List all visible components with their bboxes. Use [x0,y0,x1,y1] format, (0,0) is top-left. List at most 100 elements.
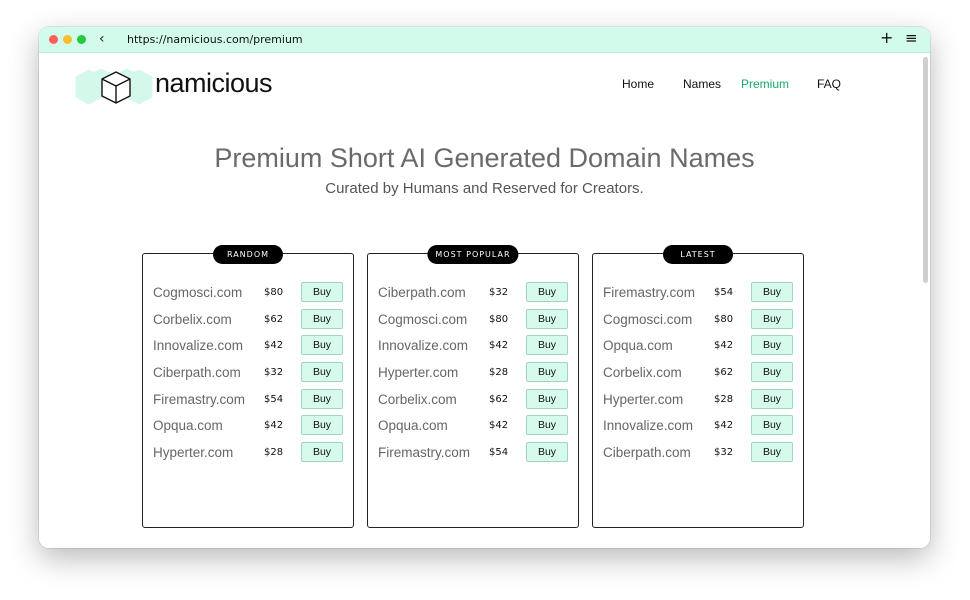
domain-price: $54 [489,447,509,459]
cube-logo-icon[interactable] [75,65,153,105]
domain-row: Innovalize.com $42 Buy [593,414,803,441]
buy-button[interactable]: Buy [301,308,343,329]
domain-price: $80 [714,313,734,325]
zoom-window-button[interactable] [77,35,86,44]
domain-price: $42 [264,340,284,352]
domain-row: Firemastry.com $54 Buy [368,441,578,468]
domain-row: Ciberpath.com $32 Buy [368,281,578,308]
buy-button[interactable]: Buy [751,388,793,409]
domain-name[interactable]: Cogmosci.com [378,312,467,327]
domain-price: $32 [714,447,734,459]
buy-button[interactable]: Buy [751,362,793,383]
card-badge: LATEST [663,245,733,264]
domain-price: $62 [264,313,284,325]
buy-button[interactable]: Buy [301,335,343,356]
buy-button[interactable]: Buy [751,335,793,356]
card-random: RANDOM Cogmosci.com $80 Buy Corbelix.com $6… [142,245,354,528]
domain-row: Hyperter.com $28 Buy [143,441,353,468]
nav-home-link[interactable]: Home [622,77,654,91]
domain-list: Firemastry.com $54 Buy Cogmosci.com $80 Buy … [593,281,803,468]
buy-button[interactable]: Buy [301,362,343,383]
page-viewport: namicious Home Names Premium FAQ Premium… [39,53,930,548]
domain-price: $80 [264,287,284,298]
domain-name[interactable]: Innovalize.com [378,338,468,353]
domain-row: Cogmosci.com $80 Buy [368,308,578,335]
buy-button[interactable]: Buy [301,442,343,463]
domain-name[interactable]: Hyperter.com [153,445,233,460]
domain-name[interactable]: Opqua.com [603,338,673,353]
new-tab-plus-icon[interactable]: + [880,29,893,47]
buy-button[interactable]: Buy [301,282,343,302]
domain-price: $54 [264,393,284,405]
domain-price: $32 [264,367,284,379]
domain-row: Corbelix.com $62 Buy [368,388,578,415]
nav-faq-link[interactable]: FAQ [817,77,841,91]
buy-button[interactable]: Buy [751,308,793,329]
domain-price: $80 [489,313,509,325]
domain-name[interactable]: Cogmosci.com [603,312,692,327]
domain-price: $42 [489,420,509,432]
domain-name[interactable]: Innovalize.com [153,338,243,353]
domain-row: Corbelix.com $62 Buy [143,308,353,335]
buy-button[interactable]: Buy [526,415,568,436]
page-title: Premium Short AI Generated Domain Names [214,143,755,173]
domain-row: Firemastry.com $54 Buy [593,281,803,308]
buy-button[interactable]: Buy [526,442,568,463]
nav-premium-link[interactable]: Premium [741,77,789,91]
browser-toolbar: ‹ https://namicious.com/premium + ≡ [39,27,930,53]
card-badge: MOST POPULAR [427,245,519,264]
domain-row: Firemastry.com $54 Buy [143,388,353,415]
domain-price: $28 [264,447,284,459]
buy-button[interactable]: Buy [526,388,568,409]
buy-button[interactable]: Buy [751,415,793,436]
domain-name[interactable]: Cogmosci.com [153,285,242,300]
buy-button[interactable]: Buy [301,388,343,409]
domain-name[interactable]: Firemastry.com [378,445,470,460]
hamburger-menu-icon[interactable]: ≡ [905,29,918,47]
domain-name[interactable]: Innovalize.com [603,418,693,433]
card-badge: RANDOM [213,245,283,264]
page-subtitle: Curated by Humans and Reserved for Creat… [325,180,644,197]
domain-row: Cogmosci.com $80 Buy [593,308,803,335]
address-bar[interactable]: https://namicious.com/premium [127,32,303,47]
close-window-button[interactable] [49,35,58,44]
domain-name[interactable]: Ciberpath.com [603,445,691,460]
domain-row: Innovalize.com $42 Buy [368,334,578,361]
buy-button[interactable]: Buy [751,442,793,463]
brand-name[interactable]: namicious [155,68,273,99]
domain-name[interactable]: Hyperter.com [378,365,458,380]
domain-name[interactable]: Opqua.com [153,418,223,433]
browser-window: ‹ https://namicious.com/premium + ≡ nami… [39,27,930,548]
domain-row: Cogmosci.com $80 Buy [143,281,353,308]
domain-name[interactable]: Ciberpath.com [153,365,241,380]
domain-price: $54 [714,287,734,298]
domain-row: Opqua.com $42 Buy [368,414,578,441]
domain-list: Cogmosci.com $80 Buy Corbelix.com $62 Buy In… [143,281,353,468]
domain-row: Hyperter.com $28 Buy [593,388,803,415]
domain-name[interactable]: Corbelix.com [153,312,232,327]
domain-name[interactable]: Corbelix.com [378,392,457,407]
nav-names-link[interactable]: Names [683,77,721,91]
domain-row: Opqua.com $42 Buy [593,334,803,361]
buy-button[interactable]: Buy [526,308,568,329]
buy-button[interactable]: Buy [526,282,568,302]
domain-row: Hyperter.com $28 Buy [368,361,578,388]
domain-name[interactable]: Ciberpath.com [378,285,466,300]
domain-price: $42 [714,420,734,432]
domain-name[interactable]: Firemastry.com [603,285,695,300]
buy-button[interactable]: Buy [526,335,568,356]
buy-button[interactable]: Buy [526,362,568,383]
domain-price: $32 [489,287,509,298]
buy-button[interactable]: Buy [751,282,793,302]
domain-name[interactable]: Firemastry.com [153,392,245,407]
domain-name[interactable]: Corbelix.com [603,365,682,380]
domain-price: $42 [489,340,509,352]
buy-button[interactable]: Buy [301,415,343,436]
domain-name[interactable]: Opqua.com [378,418,448,433]
domain-price: $28 [489,367,509,379]
minimize-window-button[interactable] [63,35,72,44]
domain-row: Opqua.com $42 Buy [143,414,353,441]
domain-row: Ciberpath.com $32 Buy [593,441,803,468]
back-arrow-icon[interactable]: ‹ [99,30,105,48]
domain-name[interactable]: Hyperter.com [603,392,683,407]
